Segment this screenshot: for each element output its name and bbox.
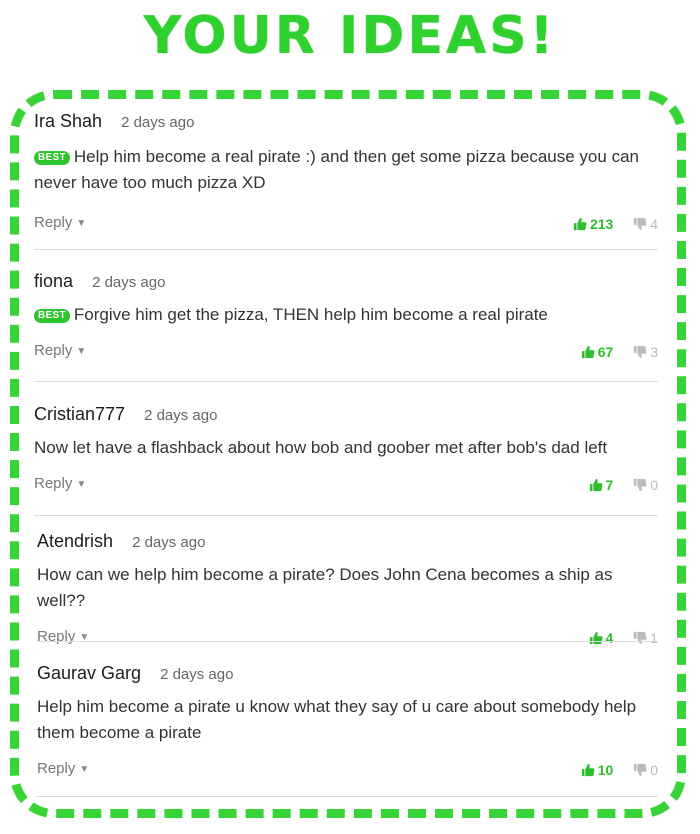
- upvote-button[interactable]: 213: [573, 216, 613, 232]
- comment-timestamp: 2 days ago: [144, 407, 218, 424]
- thumbs-up-icon: [581, 345, 595, 362]
- comment-text: Forgive him get the pizza, THEN help him…: [73, 305, 548, 324]
- upvote-count: 10: [597, 762, 614, 778]
- comment-divider: [37, 641, 658, 642]
- thumbs-down-icon: [633, 631, 647, 648]
- thumbs-up-icon: [589, 478, 603, 495]
- thumbs-up-icon: [581, 763, 595, 780]
- upvote-count: 4: [605, 630, 614, 646]
- reply-button[interactable]: Reply ▼: [34, 214, 86, 231]
- upvote-count: 67: [597, 344, 614, 360]
- page-title: YOUR IDEAS!: [143, 6, 557, 66]
- comment-timestamp: 2 days ago: [160, 666, 234, 683]
- comment-item: Gaurav Garg 2 days ago Help him become a…: [37, 662, 658, 782]
- best-badge: BEST: [34, 151, 70, 165]
- downvote-button[interactable]: 1: [633, 630, 658, 646]
- reply-button[interactable]: Reply ▼: [37, 628, 89, 645]
- comment-divider: [34, 249, 658, 250]
- downvote-count: 4: [650, 216, 658, 232]
- thumbs-down-icon: [633, 345, 647, 362]
- caret-down-icon: ▼: [76, 479, 87, 490]
- comment-item: Ira Shah 2 days ago BEST Help him become …: [34, 110, 658, 236]
- best-badge: BEST: [34, 309, 70, 323]
- downvote-button[interactable]: 0: [633, 762, 658, 778]
- thumbs-up-icon: [589, 631, 603, 648]
- reply-button[interactable]: Reply ▼: [34, 475, 86, 492]
- comment-item: Atendrish 2 days ago How can we help him…: [37, 530, 658, 650]
- thumbs-up-icon: [573, 217, 587, 234]
- comment-body: Now let have a flashback about how bob a…: [34, 435, 658, 461]
- downvote-button[interactable]: 4: [633, 216, 658, 232]
- downvote-count: 3: [650, 344, 658, 360]
- reply-label: Reply: [37, 760, 76, 777]
- comment-author[interactable]: fiona: [34, 271, 73, 291]
- comment-item: fiona 2 days ago BEST Forgive him get the…: [34, 270, 658, 364]
- upvote-button[interactable]: 67: [581, 344, 614, 362]
- reply-label: Reply: [34, 342, 73, 359]
- comment-timestamp: 2 days ago: [132, 534, 206, 551]
- downvote-button[interactable]: 3: [633, 344, 658, 360]
- downvote-button[interactable]: 0: [633, 477, 658, 493]
- downvote-count: 0: [650, 762, 658, 778]
- downvote-count: 1: [650, 630, 658, 646]
- comment-author[interactable]: Gaurav Garg: [37, 663, 141, 683]
- upvote-button[interactable]: 7: [589, 477, 614, 495]
- downvote-count: 0: [650, 477, 658, 493]
- comment-divider: [34, 381, 658, 382]
- comment-text: Help him become a real pirate :) and the…: [34, 147, 639, 192]
- comment-author[interactable]: Cristian777: [34, 404, 125, 424]
- caret-down-icon: ▼: [76, 346, 87, 357]
- upvote-count: 213: [589, 216, 614, 232]
- comment-text: Now let have a flashback about how bob a…: [34, 438, 608, 457]
- comment-body: Help him become a pirate u know what the…: [37, 694, 658, 746]
- reply-label: Reply: [34, 214, 73, 231]
- comment-item: Cristian777 2 days ago Now let have a fl…: [34, 403, 658, 497]
- reply-label: Reply: [34, 475, 73, 492]
- thumbs-down-icon: [633, 478, 647, 495]
- caret-down-icon: ▼: [76, 218, 87, 229]
- reply-button[interactable]: Reply ▼: [34, 342, 86, 359]
- comment-author[interactable]: Atendrish: [37, 531, 113, 551]
- comment-text: Help him become a pirate u know what the…: [37, 697, 637, 742]
- reply-label: Reply: [37, 628, 76, 645]
- comment-author[interactable]: Ira Shah: [34, 111, 102, 131]
- upvote-count: 7: [605, 477, 614, 493]
- comment-text: How can we help him become a pirate? Doe…: [37, 565, 613, 610]
- comment-timestamp: 2 days ago: [92, 274, 166, 291]
- comment-divider: [37, 796, 658, 797]
- upvote-button[interactable]: 10: [581, 762, 614, 780]
- upvote-button[interactable]: 4: [589, 630, 614, 648]
- caret-down-icon: ▼: [79, 764, 90, 775]
- thumbs-down-icon: [633, 217, 647, 234]
- thumbs-down-icon: [633, 763, 647, 780]
- comment-divider: [34, 515, 658, 516]
- comment-body: BEST Forgive him get the pizza, THEN help…: [34, 302, 658, 328]
- reply-button[interactable]: Reply ▼: [37, 760, 89, 777]
- comment-body: BEST Help him become a real pirate :) and…: [34, 144, 658, 196]
- comment-timestamp: 2 days ago: [121, 114, 195, 131]
- comment-body: How can we help him become a pirate? Doe…: [37, 562, 658, 614]
